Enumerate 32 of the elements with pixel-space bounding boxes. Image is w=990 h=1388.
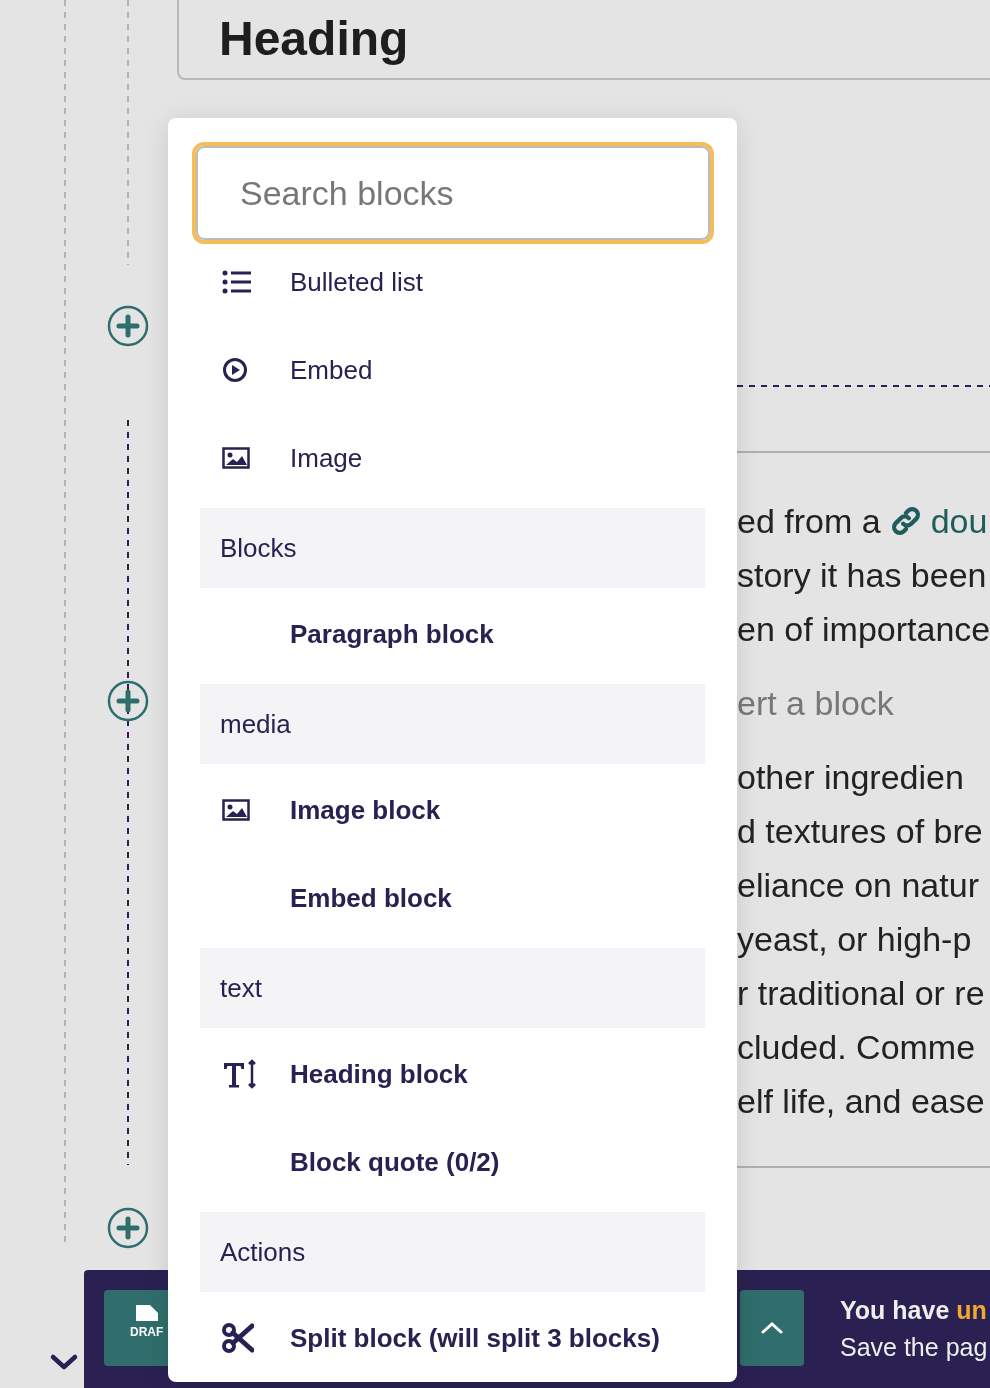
text-size-icon: [222, 1059, 258, 1089]
image-icon: [222, 447, 250, 469]
group-header: Actions: [200, 1212, 705, 1292]
list-icon: [222, 270, 252, 294]
heading-field[interactable]: Heading: [177, 0, 990, 80]
body-text: en of importance: [737, 609, 990, 649]
link[interactable]: dou: [930, 501, 988, 541]
group-header: text: [200, 948, 705, 1028]
body-text: ed from a: [737, 501, 881, 541]
unsaved-message: Save the pag: [840, 1333, 988, 1362]
body-text: cluded. Comme: [737, 1027, 976, 1067]
body-text: eliance on natur: [737, 865, 979, 905]
block-input[interactable]: ert a block: [737, 676, 990, 730]
chevron-down-icon[interactable]: [49, 1352, 79, 1372]
body-text: elf life, and ease: [737, 1081, 985, 1121]
unsaved-title: You have un: [840, 1296, 988, 1325]
body-text: r traditional or re: [737, 973, 985, 1013]
body-text: story it has been: [737, 555, 987, 595]
body-text: other ingredien: [737, 757, 964, 797]
chevron-up-icon: [760, 1321, 784, 1335]
group-header: Blocks: [200, 508, 705, 588]
menu-item[interactable]: Split block (will split 3 blocks): [200, 1292, 705, 1384]
play-icon: [222, 357, 248, 383]
body-text: yeast, or high-p: [737, 919, 972, 959]
add-block-icon[interactable]: [107, 1207, 149, 1249]
group-header: media: [200, 684, 705, 764]
menu-item[interactable]: Paragraph block: [200, 588, 705, 680]
body-text: d textures of bre: [737, 811, 983, 851]
scissors-icon: [222, 1323, 254, 1353]
add-block-icon[interactable]: [107, 680, 149, 722]
add-block-icon[interactable]: [107, 305, 149, 347]
image-icon: [222, 799, 250, 821]
